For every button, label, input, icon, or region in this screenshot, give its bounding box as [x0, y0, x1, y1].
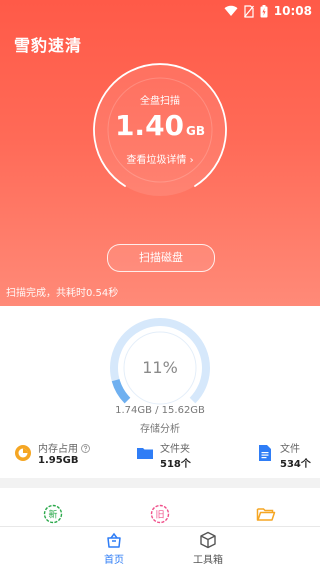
folders-value: 518个: [160, 459, 191, 470]
section-divider: [0, 478, 320, 488]
old-files-glyph: 旧: [155, 510, 164, 521]
scan-disk-button[interactable]: 扫描磁盘: [107, 244, 215, 272]
file-icon: [259, 445, 271, 461]
old-files-icon[interactable]: 旧: [150, 504, 170, 524]
app-title: 雪豹速清: [14, 36, 83, 55]
storage-percent: 11%: [142, 358, 178, 377]
bottom-navigation: 首页 工具箱: [0, 526, 320, 569]
nav-home-tab[interactable]: 首页: [84, 531, 144, 566]
memory-gauge-icon: [15, 445, 31, 461]
home-icon: [107, 532, 121, 548]
battery-charging-icon: [260, 5, 268, 18]
files-stat[interactable]: 文件 534个: [256, 440, 318, 472]
hero-panel: 10:08 雪豹速清 全盘扫描 1.40 GB 查看垃圾详情 › 扫描磁盘 扫描完…: [0, 0, 320, 306]
no-sim-icon: [244, 5, 254, 18]
folders-stat[interactable]: 文件夹 518个: [136, 440, 206, 472]
nav-toolbox-label: 工具箱: [193, 555, 223, 566]
status-time: 10:08: [273, 4, 312, 18]
open-folder-icon[interactable]: [256, 504, 276, 524]
folders-title: 文件夹: [160, 444, 190, 455]
junk-size-number: 1.40: [114, 109, 185, 142]
files-title: 文件: [280, 444, 300, 455]
memory-usage-label: 内存占用: [38, 444, 78, 455]
folder-icon: [137, 448, 153, 459]
disk-scan-ring[interactable]: 全盘扫描 1.40 GB 查看垃圾详情 ›: [91, 61, 229, 199]
memory-usage-value: 1.95GB: [38, 455, 79, 466]
nav-toolbox-tab[interactable]: 工具箱: [178, 531, 238, 566]
wifi-icon: [224, 5, 238, 17]
toolbox-cube-icon: [200, 531, 216, 549]
memory-usage-title: 内存占用: [38, 440, 91, 455]
scan-status-text: 扫描完成，共耗时0.54秒: [6, 288, 119, 299]
nav-home-label: 首页: [104, 555, 124, 566]
files-value: 534个: [280, 459, 311, 470]
new-files-icon[interactable]: 新: [43, 504, 63, 524]
new-files-glyph: 新: [48, 509, 57, 521]
storage-size-text: 1.74GB / 15.62GB: [115, 405, 205, 416]
status-icons: [224, 5, 268, 18]
memory-usage-stat[interactable]: 内存占用 1.95GB: [14, 440, 104, 472]
junk-size-value: 1.40 GB: [91, 109, 229, 142]
storage-analysis-label[interactable]: 存储分析: [0, 420, 320, 435]
status-bar: 10:08: [0, 0, 320, 24]
junk-size-unit: GB: [186, 124, 206, 138]
help-icon[interactable]: [81, 444, 91, 453]
disk-scan-label: 全盘扫描: [140, 96, 180, 107]
junk-detail-link[interactable]: 查看垃圾详情 ›: [91, 151, 229, 166]
